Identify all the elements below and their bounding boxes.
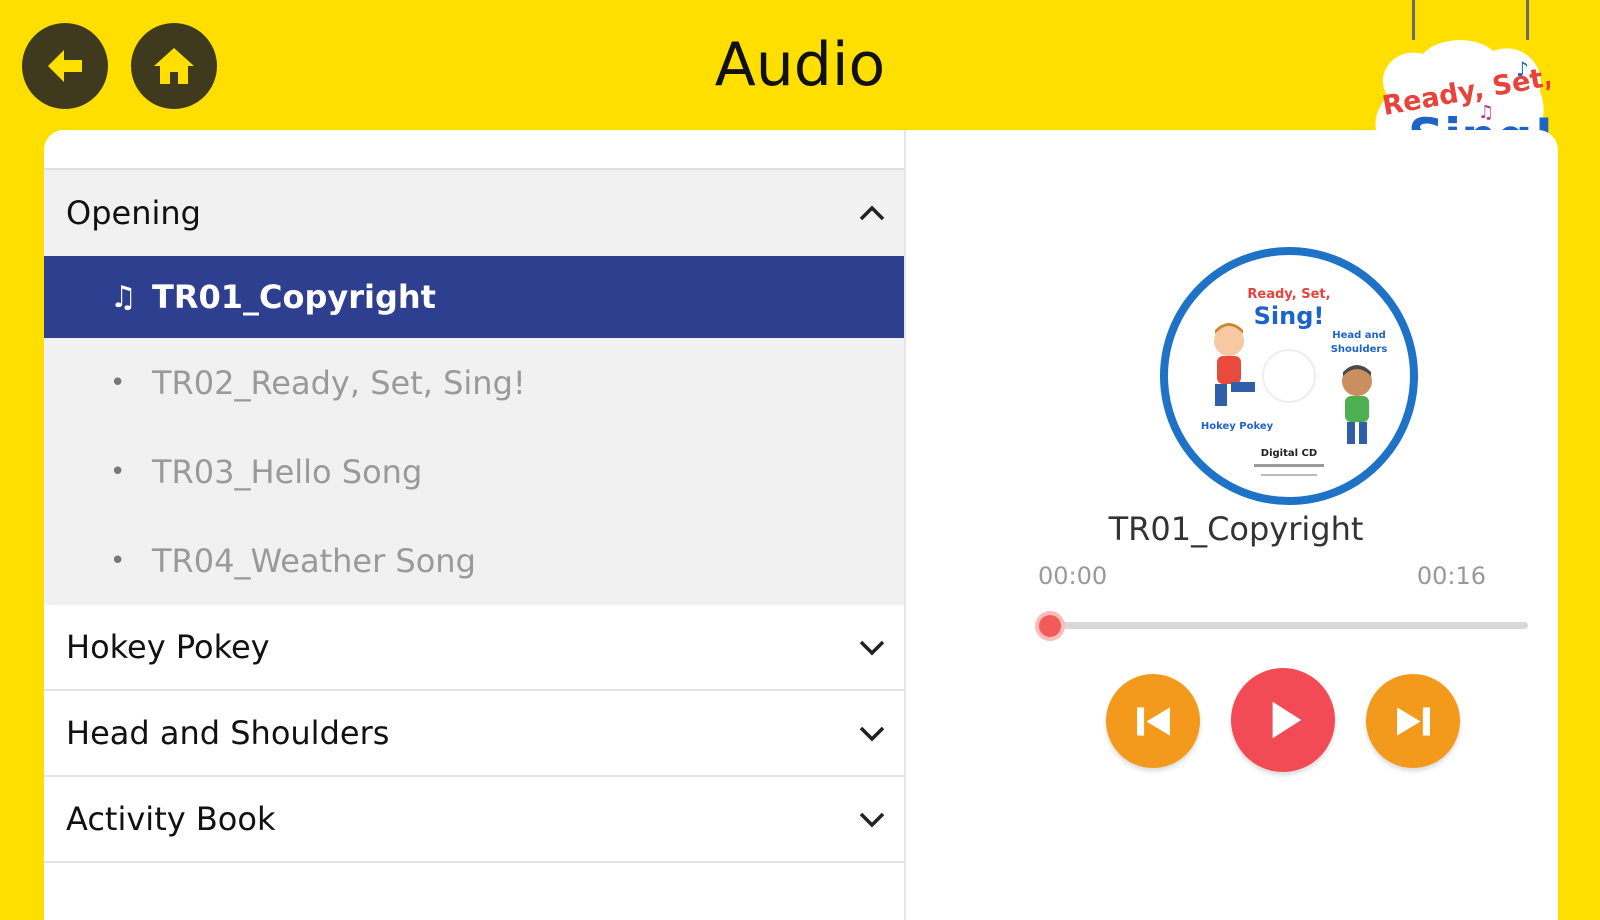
chevron-down-icon	[859, 812, 885, 828]
track-label: TR04_Weather Song	[152, 541, 476, 580]
cd-logo-line1: Ready, Set,	[1247, 287, 1330, 302]
track-list: Opening ♫ TR01_Copyright • TR02_Ready, S…	[44, 130, 906, 920]
next-button[interactable]	[1366, 674, 1460, 768]
next-icon	[1396, 706, 1430, 736]
previous-button[interactable]	[1106, 674, 1200, 768]
track-label: TR01_Copyright	[152, 278, 436, 316]
play-button[interactable]	[1231, 668, 1335, 772]
section-opening[interactable]: Opening	[44, 170, 904, 256]
content-panel: Opening ♫ TR01_Copyright • TR02_Ready, S…	[44, 130, 1558, 920]
track-item-tr04[interactable]: • TR04_Weather Song	[44, 516, 904, 605]
track-label: TR03_Hello Song	[152, 452, 423, 491]
current-time: 00:00	[1038, 562, 1108, 590]
previous-icon	[1136, 706, 1170, 736]
seek-handle[interactable]	[1039, 615, 1061, 637]
bullet-icon: •	[110, 456, 126, 487]
now-playing-title: TR01_Copyright	[1108, 510, 1364, 548]
track-item-tr02[interactable]: • TR02_Ready, Set, Sing!	[44, 338, 904, 427]
chevron-up-icon	[859, 205, 885, 221]
svg-text:♫: ♫	[1478, 102, 1494, 123]
logo-hanger-left	[1412, 0, 1415, 40]
svg-text:♪: ♪	[1516, 57, 1529, 81]
section-label: Opening	[66, 194, 201, 232]
list-top-divider	[44, 130, 904, 170]
music-note-icon: ♫	[110, 279, 137, 315]
track-label: TR02_Ready, Set, Sing!	[152, 363, 526, 402]
section-label: Activity Book	[66, 800, 276, 838]
track-item-tr01[interactable]: ♫ TR01_Copyright	[44, 256, 904, 338]
section-head-and-shoulders[interactable]: Head and Shoulders	[44, 691, 904, 777]
section-activity-book[interactable]: Activity Book	[44, 777, 904, 863]
logo-hanger-right	[1526, 0, 1529, 40]
play-icon	[1272, 701, 1302, 739]
cd-label-left: Hokey Pokey	[1201, 421, 1274, 432]
cd-logo-line2: Sing!	[1254, 302, 1325, 330]
chevron-down-icon	[859, 640, 885, 656]
cd-label-right-2: Shoulders	[1331, 344, 1388, 355]
seek-bar[interactable]	[1039, 615, 1528, 637]
page-title: Audio	[714, 30, 886, 100]
track-item-tr03[interactable]: • TR03_Hello Song	[44, 427, 904, 516]
chevron-down-icon	[859, 726, 885, 742]
section-hokey-pokey[interactable]: Hokey Pokey	[44, 605, 904, 691]
bullet-icon: •	[110, 367, 126, 398]
section-label: Head and Shoulders	[66, 714, 390, 752]
total-time: 00:16	[1416, 562, 1486, 590]
bullet-icon: •	[110, 545, 126, 576]
cd-artwork: Ready, Set, Sing! Hokey Pokey Head and S…	[1160, 247, 1418, 505]
audio-player: Ready, Set, Sing! Hokey Pokey Head and S…	[906, 130, 1558, 920]
cd-label-bottom: Digital CD	[1261, 448, 1317, 459]
cd-label-right-1: Head and	[1332, 330, 1386, 341]
section-label: Hokey Pokey	[66, 628, 270, 666]
